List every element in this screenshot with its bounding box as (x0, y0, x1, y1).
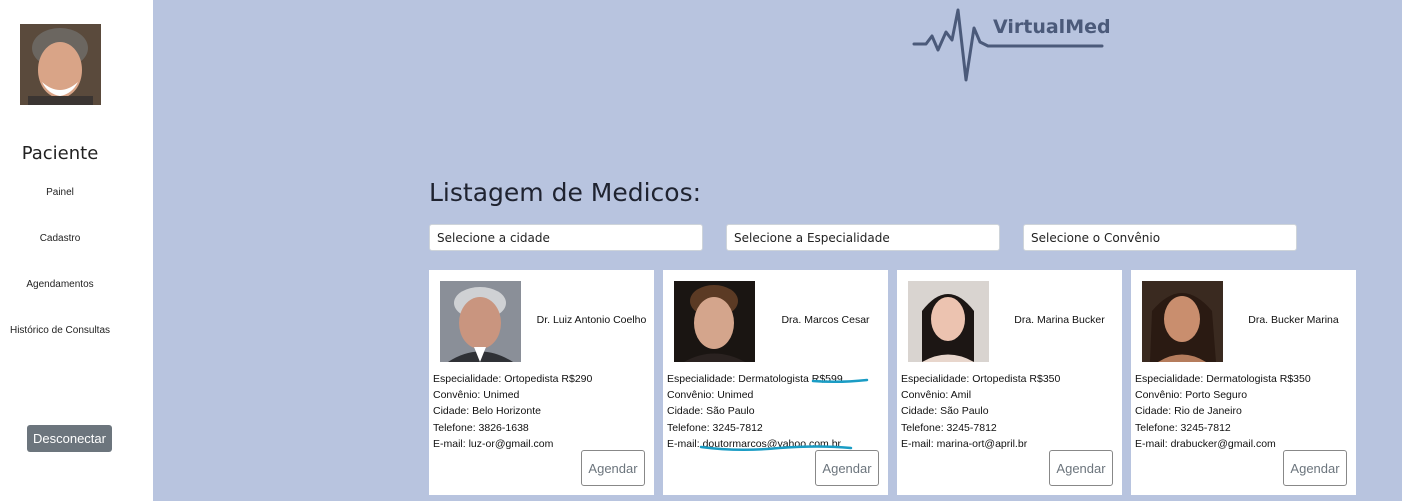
doctor-name: Dra. Bucker Marina (1248, 314, 1339, 326)
page-title: Listagem de Medicos: (429, 178, 702, 207)
doctor-card: Dra. Marina Bucker Especialidade: Ortope… (897, 270, 1122, 495)
doctor-info: Especialidade: Dermatologista R$599 Conv… (667, 371, 843, 452)
doctor-photo (674, 281, 755, 362)
doctor-name: Dr. Luiz Antonio Coelho (536, 314, 647, 326)
doctor-city: Cidade: São Paulo (901, 405, 989, 418)
doctor-photo (1142, 281, 1223, 362)
doctor-insurance: Convênio: Unimed (433, 389, 520, 402)
doctor-card: Dra. Marcos Cesar Especialidade: Dermato… (663, 270, 888, 495)
brand-name: VirtualMed (993, 16, 1111, 38)
doctor-city: Cidade: Rio de Janeiro (1135, 405, 1242, 418)
user-role: Paciente (21, 143, 99, 164)
doctor-city: Cidade: São Paulo (667, 405, 755, 418)
doctor-card: Dr. Luiz Antonio Coelho Especialidade: O… (429, 270, 654, 495)
doctor-city: Cidade: Belo Horizonte (433, 405, 541, 418)
doctor-info: Especialidade: Ortopedista R$350 Convêni… (901, 371, 1060, 452)
nav-painel[interactable]: Painel (0, 187, 120, 198)
doctor-card: Dra. Bucker Marina Especialidade: Dermat… (1131, 270, 1356, 495)
nav-agendamentos[interactable]: Agendamentos (0, 279, 120, 290)
doctor-specialty: Especialidade: Dermatologista R$350 (1135, 373, 1311, 385)
doctor-insurance: Convênio: Amil (901, 389, 972, 402)
doctor-name: Dra. Marina Bucker (1014, 314, 1105, 326)
nav-historico[interactable]: Histórico de Consultas (0, 325, 120, 336)
doctor-email: E-mail: luz-or@gmail.com (433, 437, 554, 450)
city-select[interactable]: Selecione a cidade (429, 224, 703, 251)
schedule-button[interactable]: Agendar (1049, 450, 1113, 486)
doctor-info: Especialidade: Dermatologista R$350 Conv… (1135, 371, 1311, 452)
doctor-photo (440, 281, 521, 362)
schedule-button[interactable]: Agendar (815, 450, 879, 486)
doctor-email: E-mail: marina-ort@april.br (901, 437, 1028, 450)
disconnect-button[interactable]: Desconectar (27, 425, 112, 452)
doctor-info: Especialidade: Ortopedista R$290 Convêni… (433, 371, 592, 452)
insurance-select[interactable]: Selecione o Convênio (1023, 224, 1297, 251)
doctor-insurance: Convênio: Porto Seguro (1135, 389, 1248, 402)
schedule-button[interactable]: Agendar (581, 450, 645, 486)
specialty-select[interactable]: Selecione a Especialidade (726, 224, 1000, 251)
schedule-button[interactable]: Agendar (1283, 450, 1347, 486)
doctor-specialty: Especialidade: Dermatologista R$599 (667, 373, 843, 385)
doctor-photo (908, 281, 989, 362)
doctor-phone: Telefone: 3245-7812 (901, 421, 997, 434)
doctor-name: Dra. Marcos Cesar (781, 314, 870, 326)
doctor-phone: Telefone: 3245-7812 (667, 421, 763, 434)
brand-logo: VirtualMed (912, 6, 1111, 84)
doctor-specialty: Especialidade: Ortopedista R$290 (433, 373, 593, 385)
doctor-phone: Telefone: 3826-1638 (433, 421, 529, 434)
nav-cadastro[interactable]: Cadastro (0, 233, 120, 244)
doctor-insurance: Convênio: Unimed (667, 389, 754, 402)
sidebar: Paciente Painel Cadastro Agendamentos Hi… (0, 0, 153, 501)
doctor-specialty: Especialidade: Ortopedista R$350 (901, 373, 1061, 385)
patient-avatar (20, 24, 101, 105)
doctor-phone: Telefone: 3245-7812 (1135, 421, 1231, 434)
